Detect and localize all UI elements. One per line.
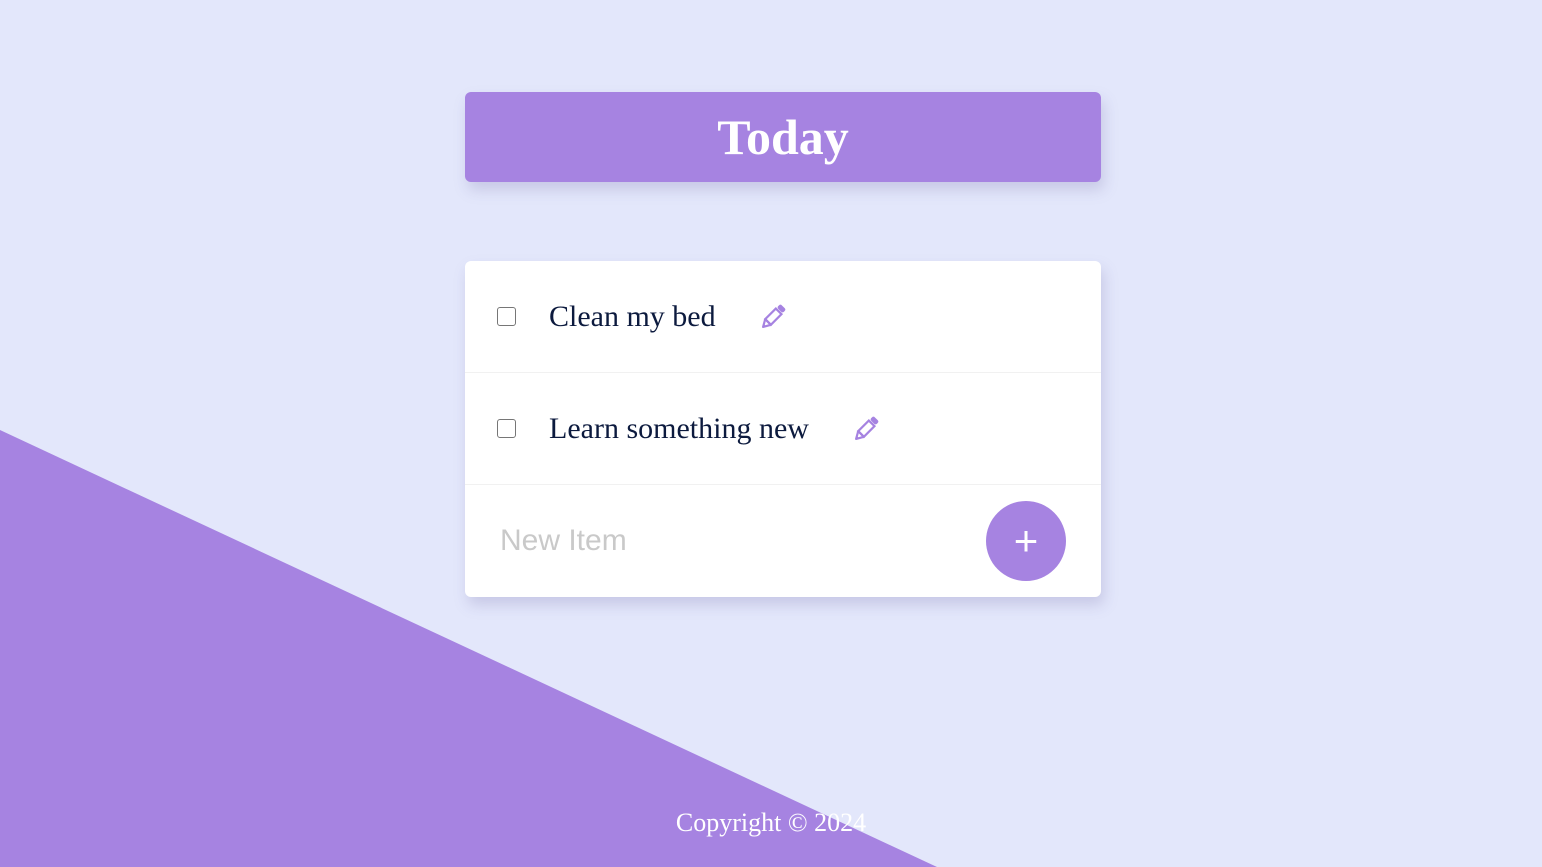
pencil-icon <box>761 304 785 328</box>
pencil-icon <box>854 416 879 440</box>
new-item-input[interactable] <box>500 516 986 566</box>
item-label: Clean my bed <box>549 299 716 333</box>
item-checkbox[interactable] <box>497 307 516 326</box>
copyright-text: Copyright © 2024 <box>675 808 867 837</box>
list-item: Clean my bed <box>465 261 1101 373</box>
list-item: Learn something new <box>465 373 1101 485</box>
edit-button[interactable] <box>849 412 883 446</box>
todo-card: Clean my bed Learn something new New Ite… <box>465 261 1101 597</box>
footer: Copyright © 2024 <box>0 808 1542 838</box>
plus-icon: + <box>1013 517 1039 564</box>
item-label: Learn something new <box>549 411 809 445</box>
add-item-button[interactable]: + <box>986 501 1066 581</box>
new-item-row: + <box>465 485 1101 597</box>
item-checkbox[interactable] <box>497 419 516 438</box>
header-box: Today <box>465 92 1101 182</box>
page-title: Today <box>717 109 849 165</box>
edit-button[interactable] <box>756 300 790 334</box>
